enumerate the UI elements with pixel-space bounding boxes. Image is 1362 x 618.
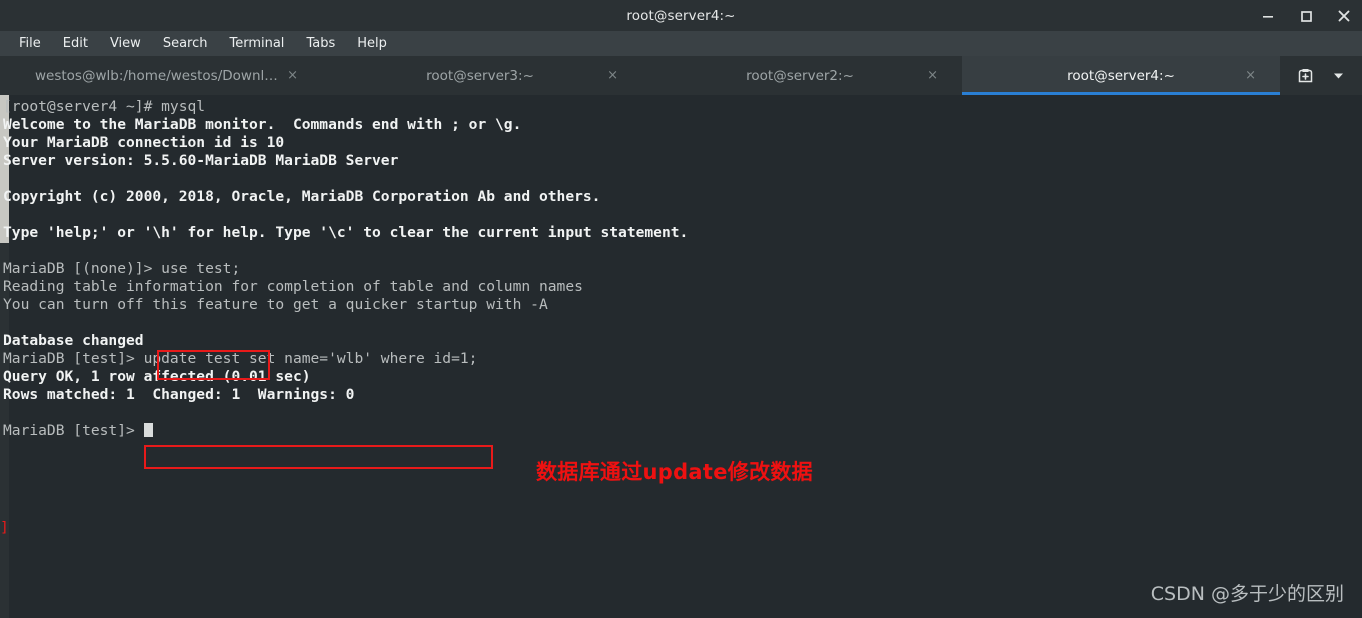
title-bar: root@server4:~ (0, 0, 1362, 31)
terminal-window: root@server4:~ File Edit View Search Ter… (0, 0, 1362, 618)
tab-westos-downloads[interactable]: westos@wlb:/home/westos/Downlo… × (0, 56, 320, 95)
window-controls (1260, 0, 1352, 31)
tab-close-icon[interactable]: × (287, 69, 298, 82)
terminal-line: MariaDB [test]> (3, 422, 1362, 440)
update-statement-highlight-box (144, 445, 493, 469)
chevron-down-icon[interactable] (1331, 68, 1346, 83)
tab-bar-tools (1280, 56, 1362, 95)
minimize-button[interactable] (1260, 8, 1276, 24)
terminal-line: Welcome to the MariaDB monitor. Commands… (3, 116, 522, 133)
annotation-note: 数据库通过update修改数据 (536, 460, 813, 484)
terminal-line: Your MariaDB connection id is 10 (3, 134, 285, 151)
tab-label: westos@wlb:/home/westos/Downlo… (35, 67, 285, 84)
tab-label: root@server3:~ (426, 67, 534, 84)
close-button[interactable] (1336, 8, 1352, 24)
menu-item-edit[interactable]: Edit (52, 31, 99, 56)
terminal-line: You can turn off this feature to get a q… (3, 296, 548, 313)
terminal-cursor (143, 423, 153, 437)
menu-item-view[interactable]: View (99, 31, 152, 56)
tab-close-icon[interactable]: × (607, 69, 618, 82)
window-title: root@server4:~ (626, 7, 736, 24)
maximize-button[interactable] (1298, 8, 1314, 24)
tab-root-server3[interactable]: root@server3:~ × (320, 56, 640, 95)
terminal-line: MariaDB [(none)]> use test; (3, 260, 241, 277)
watermark: CSDN @多于少的区别 (1150, 583, 1344, 605)
tab-close-icon[interactable]: × (1245, 69, 1256, 82)
tab-label: root@server2:~ (746, 67, 854, 84)
new-tab-icon[interactable] (1296, 66, 1315, 85)
terminal-line: Query OK, 1 row affected (0.01 sec) (3, 368, 311, 385)
terminal-output-area[interactable]: [root@server4 ~]# mysql Welcome to the Ma… (0, 95, 1362, 618)
left-edge-red-mark: ] (0, 519, 9, 536)
terminal-line: MariaDB [test]> update test set name='wl… (3, 350, 478, 367)
menu-bar: File Edit View Search Terminal Tabs Help (0, 31, 1362, 56)
terminal-line: Rows matched: 1 Changed: 1 Warnings: 0 (3, 386, 355, 403)
tab-root-server2[interactable]: root@server2:~ × (640, 56, 960, 95)
terminal-line: Type 'help;' or '\h' for help. Type '\c'… (3, 224, 689, 241)
terminal-line: [root@server4 ~]# mysql (3, 98, 206, 115)
terminal-text: [root@server4 ~]# mysql Welcome to the Ma… (3, 95, 1362, 440)
menu-item-terminal[interactable]: Terminal (218, 31, 295, 56)
menu-item-tabs[interactable]: Tabs (295, 31, 346, 56)
menu-item-file[interactable]: File (8, 31, 52, 56)
menu-item-search[interactable]: Search (152, 31, 219, 56)
terminal-line: Copyright (c) 2000, 2018, Oracle, MariaD… (3, 188, 601, 205)
tab-bar: westos@wlb:/home/westos/Downlo… × root@s… (0, 56, 1362, 95)
tab-close-icon[interactable]: × (927, 69, 938, 82)
terminal-line: Reading table information for completion… (3, 278, 583, 295)
tab-root-server4[interactable]: root@server4:~ × (962, 56, 1280, 95)
terminal-line: Database changed (3, 332, 144, 349)
terminal-line: Server version: 5.5.60-MariaDB MariaDB S… (3, 152, 399, 169)
tab-label: root@server4:~ (1067, 67, 1175, 84)
menu-item-help[interactable]: Help (346, 31, 398, 56)
